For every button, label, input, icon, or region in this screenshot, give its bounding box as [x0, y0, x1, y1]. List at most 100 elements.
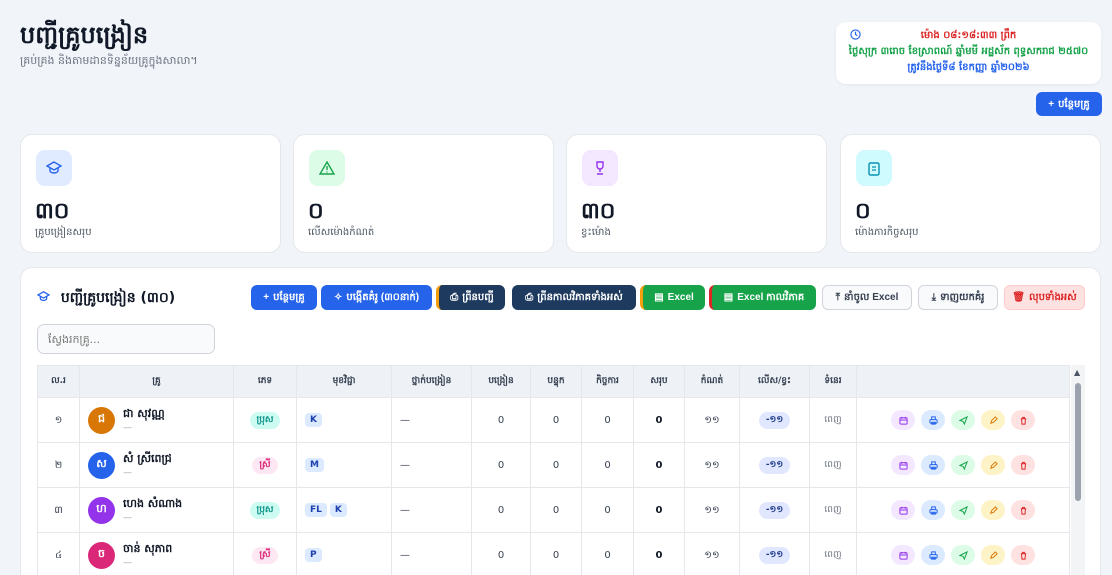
edit-icon[interactable] — [981, 545, 1005, 565]
cell-no: ៣ — [37, 487, 80, 533]
printer-icon[interactable] — [921, 500, 945, 520]
page-subtitle: គ្រប់គ្រង និងតាមដានទិន្នន័យគ្រូក្នុងសាលា… — [20, 54, 198, 67]
col-total[interactable]: សរុប — [633, 365, 685, 398]
cell-load: 0 — [530, 532, 582, 575]
col-free[interactable]: ទំនេរ — [809, 365, 857, 398]
delete-all-button[interactable]: 🗑 លុបទាំងអស់ — [1004, 285, 1085, 310]
table-row[interactable]: ១ ជ ជា សុវណ្ណ — ប្រុស K — 0 0 0 0 ១១ -១១… — [37, 397, 1070, 443]
search-input[interactable] — [37, 324, 215, 354]
table-row[interactable]: ៣ ហ ហេង សំណាង — ប្រុស FL K — 0 0 0 0 ១១ -… — [37, 487, 1070, 533]
calendar-icon[interactable] — [891, 545, 915, 565]
send-icon[interactable] — [951, 500, 975, 520]
avatar: ស — [88, 451, 115, 479]
printer-icon[interactable] — [921, 410, 945, 430]
subject-badge: K — [329, 503, 347, 517]
cell-subjects: K — [296, 397, 392, 443]
generate-sample-button[interactable]: ✧ បង្កើតគំរូ (៣០នាក់) — [321, 285, 432, 310]
import-label: នាំចូល Excel — [844, 292, 899, 303]
trash-icon[interactable] — [1011, 455, 1035, 475]
stat-card-overload: ០ លើសម៉ោងកំណត់ — [293, 134, 554, 253]
table-row[interactable]: ២ ស សំ ស្រីពេជ្រ — ស្រី M — 0 0 0 0 ១១ -… — [37, 442, 1070, 488]
col-classes[interactable]: ថ្នាក់បង្រៀន — [391, 365, 472, 398]
cell-total: 0 — [633, 442, 685, 488]
calendar-icon[interactable] — [891, 410, 915, 430]
col-tasks[interactable]: កិច្ចការ — [581, 365, 634, 398]
cell-actions — [856, 487, 1070, 533]
cell-no: ១ — [37, 397, 80, 443]
import-excel-button[interactable]: ⤒ នាំចូល Excel — [822, 285, 912, 310]
col-diff[interactable]: លើស/ខ្វះ — [739, 365, 810, 398]
edit-icon[interactable] — [981, 455, 1005, 475]
trash-icon[interactable] — [1011, 410, 1035, 430]
excel-schedule-label: Excel កាលវិភាគ — [737, 292, 805, 303]
gender-badge: ស្រី — [252, 456, 278, 474]
download-label: ទាញយកគំរូ — [939, 292, 985, 303]
cell-load: 0 — [530, 487, 582, 533]
diff-badge: -១១ — [758, 546, 791, 564]
cell-free: ពេញ — [809, 397, 857, 443]
diff-badge: -១១ — [758, 411, 791, 429]
col-limit[interactable]: កំណត់ — [684, 365, 740, 398]
trash-icon[interactable] — [1011, 545, 1035, 565]
col-subject[interactable]: មុខវិជ្ជា — [296, 365, 392, 398]
cell-classes: — — [391, 442, 472, 488]
table-scrollbar[interactable]: ▲ — [1071, 365, 1085, 575]
cell-gender: ប្រុស — [233, 487, 297, 533]
add-teacher-button[interactable]: + បន្ថែមគ្រូ — [1036, 92, 1102, 116]
subject-badge: P — [305, 548, 322, 562]
cell-actions — [856, 397, 1070, 443]
printer-icon: ⎙ — [450, 292, 459, 303]
edit-icon[interactable] — [981, 500, 1005, 520]
teacher-name: ចាន់ សុភាព — [123, 542, 173, 555]
download-template-button[interactable]: ⤓ ទាញយកគំរូ — [918, 285, 998, 310]
send-icon[interactable] — [951, 410, 975, 430]
col-no[interactable]: ល.រ — [37, 365, 80, 398]
graduation-cap-icon — [36, 150, 72, 186]
cell-tasks: 0 — [581, 442, 634, 488]
teacher-subline: — — [123, 423, 132, 433]
cell-subjects: M — [296, 442, 392, 488]
cell-total: 0 — [633, 487, 685, 533]
add-teacher-button[interactable]: + បន្ថែមគ្រូ — [251, 285, 317, 310]
calendar-icon[interactable] — [891, 500, 915, 520]
teacher-subline: — — [123, 513, 132, 523]
export-excel-button[interactable]: ▤ Excel — [640, 285, 705, 310]
avatar: ហ — [88, 496, 115, 524]
download-icon: ⤓ — [931, 292, 936, 303]
cell-teacher: ជ ជា សុវណ្ណ — — [79, 397, 234, 443]
calendar-icon[interactable] — [891, 455, 915, 475]
cell-teach: 0 — [471, 487, 531, 533]
subject-badge: K — [305, 413, 322, 427]
cell-teacher: ហ ហេង សំណាង — — [79, 487, 234, 533]
col-teach[interactable]: បង្រៀន — [471, 365, 531, 398]
send-icon[interactable] — [951, 455, 975, 475]
cell-classes: — — [391, 487, 472, 533]
printer-icon[interactable] — [921, 545, 945, 565]
cell-limit: ១១ — [684, 397, 740, 443]
send-icon[interactable] — [951, 545, 975, 565]
scroll-thumb[interactable] — [1075, 383, 1081, 501]
col-actions — [856, 365, 1070, 398]
export-excel-schedule-button[interactable]: ▤ Excel កាលវិភាគ — [709, 285, 816, 310]
table-row[interactable]: ៤ ច ចាន់ សុភាព — ស្រី P — 0 0 0 0 ១១ -១១… — [37, 532, 1070, 575]
clock-lunar-date: ថ្ងៃសុក្រ ៣រោច ខែស្រាពណ៍ ឆ្នាំមមី អដ្ឋស័… — [848, 46, 1089, 57]
printer-icon[interactable] — [921, 455, 945, 475]
trash-icon[interactable] — [1011, 500, 1035, 520]
cell-free: ពេញ — [809, 532, 857, 575]
col-gender[interactable]: ភេទ — [233, 365, 297, 398]
cell-no: ២ — [37, 442, 80, 488]
delete-all-label: លុបទាំងអស់ — [1029, 292, 1077, 303]
col-teacher[interactable]: គ្រូ — [79, 365, 234, 398]
edit-icon[interactable] — [981, 410, 1005, 430]
add-teacher-label: បន្ថែមគ្រូ — [1058, 98, 1090, 110]
col-load[interactable]: បន្ទុក — [530, 365, 582, 398]
cell-diff: -១១ — [739, 487, 810, 533]
page-title: បញ្ជីគ្រូបង្រៀន — [20, 21, 149, 49]
cell-limit: ១១ — [684, 442, 740, 488]
subject-badge: FL — [305, 503, 327, 517]
scroll-up-icon[interactable]: ▲ — [1074, 368, 1080, 377]
print-all-schedules-button[interactable]: ⎙ ព្រីនកាលវិភាគទាំងអស់ — [512, 285, 636, 310]
document-icon: ▤ — [654, 292, 664, 303]
print-list-button[interactable]: ⎙ ព្រីនបញ្ជី — [436, 285, 505, 310]
teacher-name: ហេង សំណាង — [123, 497, 183, 510]
